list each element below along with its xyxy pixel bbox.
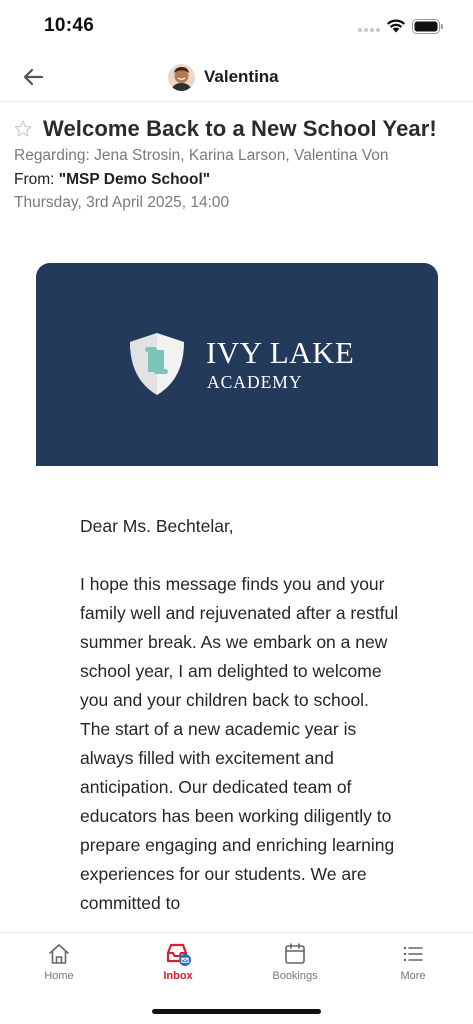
message-subject: Welcome Back to a New School Year! bbox=[43, 116, 437, 141]
battery-icon bbox=[412, 19, 443, 34]
tab-more[interactable]: More bbox=[368, 941, 458, 987]
tab-label: Home bbox=[44, 970, 74, 982]
arrow-left-icon bbox=[23, 68, 44, 86]
home-indicator bbox=[152, 1009, 321, 1014]
tab-inbox[interactable]: Inbox bbox=[133, 941, 223, 987]
header-user-name: Valentina bbox=[204, 67, 279, 86]
star-icon[interactable] bbox=[13, 119, 33, 139]
shield-scroll-icon bbox=[130, 333, 184, 395]
school-banner: IVY LAKE ACADEMY bbox=[36, 263, 438, 466]
avatar bbox=[168, 63, 195, 91]
message-paragraph: The start of a new academic year is alwa… bbox=[80, 719, 395, 913]
wifi-icon bbox=[386, 19, 406, 33]
academy-name: IVY LAKE bbox=[206, 335, 355, 370]
tab-label: More bbox=[400, 970, 426, 982]
academy-subtitle: ACADEMY bbox=[207, 372, 303, 392]
tab-label: Inbox bbox=[163, 970, 193, 982]
tab-bookings[interactable]: Bookings bbox=[250, 941, 340, 987]
message-date: Thursday, 3rd April 2025, 14:00 bbox=[14, 194, 230, 211]
message-regarding: Regarding: Jena Strosin, Karina Larson, … bbox=[14, 147, 389, 164]
app-header: Valentina bbox=[0, 52, 473, 102]
subject-row: Welcome Back to a New School Year! bbox=[13, 116, 468, 142]
status-time: 10:46 bbox=[44, 15, 95, 36]
tab-home[interactable]: Home bbox=[14, 941, 104, 987]
home-icon bbox=[49, 944, 69, 964]
message-from: From: "MSP Demo School" bbox=[14, 171, 210, 189]
status-bar: 10:46 bbox=[0, 0, 473, 50]
inbox-icon bbox=[166, 943, 191, 966]
back-button[interactable] bbox=[18, 62, 48, 92]
tab-label: Bookings bbox=[272, 970, 318, 982]
sender-name: "MSP Demo School" bbox=[58, 171, 211, 188]
calendar-icon bbox=[285, 943, 305, 964]
from-label: From: bbox=[14, 171, 59, 188]
cellular-signal-icon bbox=[358, 27, 380, 33]
message-body: Dear Ms. Bechtelar, I hope this message … bbox=[80, 512, 410, 932]
menu-list-icon bbox=[403, 946, 423, 962]
header-user[interactable]: Valentina bbox=[168, 63, 279, 91]
message-greeting: Dear Ms. Bechtelar, bbox=[80, 516, 234, 536]
message-paragraph: I hope this message finds you and your f… bbox=[80, 574, 399, 710]
